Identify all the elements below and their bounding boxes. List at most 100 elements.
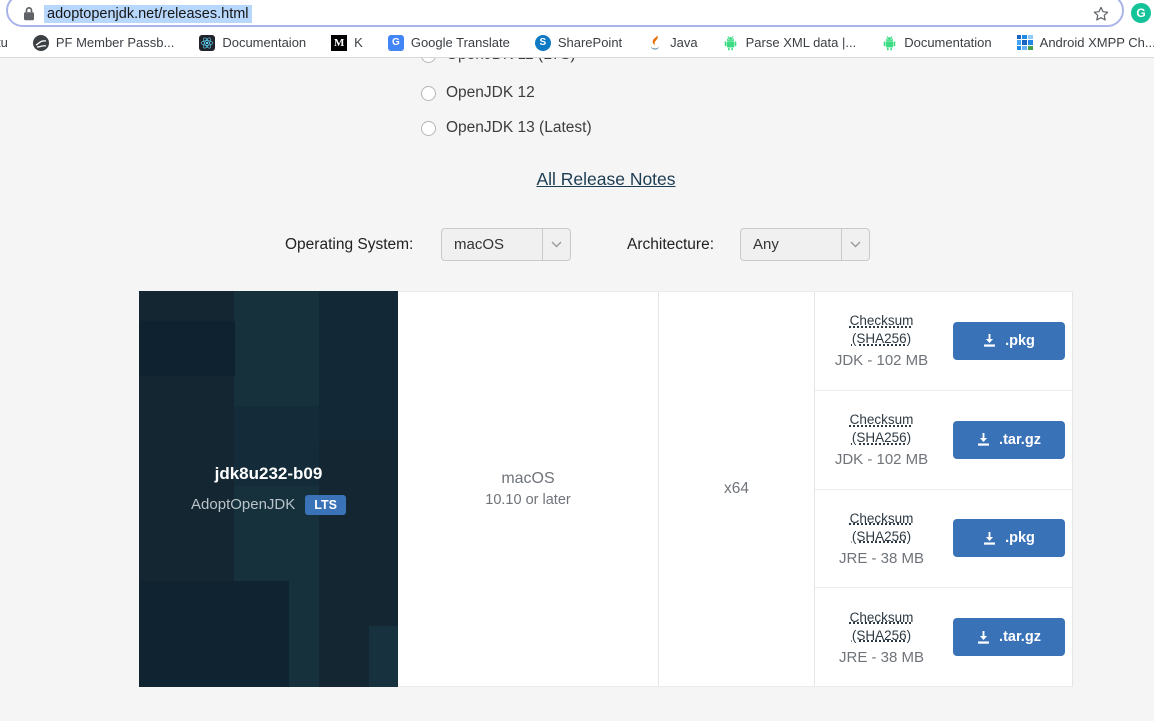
download-meta: Checksum (SHA256) JDK - 102 MB xyxy=(823,411,941,468)
release-name-cell: jdk8u232-b09 AdoptOpenJDK LTS xyxy=(139,291,398,687)
lts-badge: LTS xyxy=(305,494,346,515)
android-icon xyxy=(881,35,897,51)
os-select-value: macOS xyxy=(454,236,505,253)
bookmark-item-parse-xml[interactable]: Parse XML data |... xyxy=(723,35,857,51)
checksum-line1[interactable]: Checksum xyxy=(850,610,914,625)
java-icon xyxy=(647,34,663,51)
mosaic-patch xyxy=(319,291,398,441)
arch-name: x64 xyxy=(724,480,749,497)
arch-cell: x64 xyxy=(659,291,815,687)
globe-icon xyxy=(32,34,49,51)
chevron-down-icon xyxy=(542,229,570,260)
mosaic-patch xyxy=(139,581,289,687)
arch-select[interactable]: Any xyxy=(740,228,870,261)
checksum-line2[interactable]: (SHA256) xyxy=(852,430,911,445)
download-meta: Checksum (SHA256) JRE - 38 MB xyxy=(823,609,941,666)
bookmark-label: PF Member Passb... xyxy=(55,35,175,50)
download-block-jdk-targz: Checksum (SHA256) JDK - 102 MB .tar.gz xyxy=(815,389,1072,489)
download-button-label: .tar.gz xyxy=(999,629,1041,646)
omnibox-row: adoptopenjdk.net/releases.html G xyxy=(0,0,1154,28)
bookmark-item-documentation[interactable]: Documentation xyxy=(881,35,992,51)
download-info: JRE - 38 MB xyxy=(838,549,925,567)
release-vendor: AdoptOpenJDK xyxy=(191,496,296,513)
checksum-line2[interactable]: (SHA256) xyxy=(852,331,911,346)
bookmark-label: Documentaion xyxy=(222,35,307,50)
radio-button[interactable] xyxy=(421,85,436,101)
radio-label[interactable]: OpenJDK 13 (Latest) xyxy=(446,119,592,137)
all-release-notes-link[interactable]: All Release Notes xyxy=(536,169,675,189)
bookmark-item-sharepoint[interactable]: S SharePoint xyxy=(534,34,623,51)
checksum-line1[interactable]: Checksum xyxy=(850,412,914,427)
download-icon xyxy=(984,334,996,348)
download-targz-button[interactable]: .tar.gz xyxy=(952,420,1065,459)
download-button-label: .tar.gz xyxy=(999,431,1041,448)
grammarly-extension-icon[interactable]: G xyxy=(1131,3,1151,23)
arch-filter-label: Architecture: xyxy=(627,236,715,253)
medium-icon: M xyxy=(331,34,348,51)
release-notes-wrap: All Release Notes xyxy=(139,169,1073,190)
bookmark-star-icon[interactable] xyxy=(1092,5,1110,23)
bookmark-label: K xyxy=(354,35,363,50)
checksum-link[interactable]: Checksum (SHA256) xyxy=(823,609,941,645)
downloads-cell: Checksum (SHA256) JDK - 102 MB .pkg Chec… xyxy=(815,291,1073,687)
bookmark-label: Documentation xyxy=(904,35,992,50)
release-subline: AdoptOpenJDK LTS xyxy=(191,494,346,515)
browser-chrome: adoptopenjdk.net/releases.html G tu PF M… xyxy=(0,0,1154,58)
download-targz-button[interactable]: .tar.gz xyxy=(952,618,1065,657)
arch-select-value: Any xyxy=(753,236,779,253)
download-info: JDK - 102 MB xyxy=(834,451,929,469)
bookmark-item-google-translate[interactable]: G Google Translate xyxy=(387,34,510,51)
react-icon xyxy=(199,34,216,51)
os-select[interactable]: macOS xyxy=(441,228,571,261)
mosaic-patch xyxy=(369,626,398,687)
mosaic-patch xyxy=(139,321,235,376)
bookmark-label: Parse XML data |... xyxy=(745,35,857,50)
bookmark-item-documentaion[interactable]: Documentaion xyxy=(199,34,307,51)
bookmark-item-pf-member[interactable]: PF Member Passb... xyxy=(32,34,175,51)
download-pkg-button[interactable]: .pkg xyxy=(952,321,1065,360)
bookmark-item-partial[interactable]: tu xyxy=(0,35,8,50)
url-text[interactable]: adoptopenjdk.net/releases.html xyxy=(44,4,252,23)
bookmarks-bar: tu PF Member Passb... Documentaion M K G… xyxy=(0,28,1154,58)
release-name: jdk8u232-b09 xyxy=(214,463,323,483)
address-bar[interactable]: adoptopenjdk.net/releases.html xyxy=(6,0,1124,27)
grid-icon xyxy=(1016,34,1033,51)
download-block-jre-targz: Checksum (SHA256) JRE - 38 MB .tar.gz xyxy=(815,587,1072,686)
os-cell: macOS 10.10 or later xyxy=(398,291,659,687)
bookmark-item-k[interactable]: M K xyxy=(331,34,363,51)
download-icon xyxy=(978,630,989,644)
download-meta: Checksum (SHA256) JRE - 38 MB xyxy=(823,510,941,567)
bookmark-item-android-xmpp[interactable]: Android XMPP Ch... xyxy=(1016,34,1154,51)
checksum-link[interactable]: Checksum (SHA256) xyxy=(823,312,941,348)
os-version: 10.10 or later xyxy=(485,492,571,508)
bookmark-label: SharePoint xyxy=(557,35,623,50)
radio-option-openjdk13[interactable]: OpenJDK 13 (Latest) xyxy=(421,118,592,138)
release-table-row: jdk8u232-b09 AdoptOpenJDK LTS macOS 10.1… xyxy=(139,291,1073,687)
checksum-line1[interactable]: Checksum xyxy=(850,313,914,328)
bookmark-label: tu xyxy=(0,35,8,50)
bookmark-item-java[interactable]: Java xyxy=(647,34,698,51)
download-info: JRE - 38 MB xyxy=(838,648,925,666)
page-content: OpenJDK 11 (LTS) OpenJDK 12 OpenJDK 13 (… xyxy=(0,46,1154,721)
download-pkg-button[interactable]: .pkg xyxy=(952,519,1065,558)
bookmark-label: Google Translate xyxy=(410,35,510,50)
radio-button[interactable] xyxy=(421,120,436,136)
checksum-line1[interactable]: Checksum xyxy=(850,511,914,526)
download-button-label: .pkg xyxy=(1005,332,1035,349)
radio-option-openjdk12[interactable]: OpenJDK 12 xyxy=(421,83,535,103)
translate-icon: G xyxy=(387,34,404,51)
download-block-jre-pkg: Checksum (SHA256) JRE - 38 MB .pkg xyxy=(815,488,1072,588)
bookmark-label: Android XMPP Ch... xyxy=(1039,35,1154,50)
download-button-label: .pkg xyxy=(1005,530,1035,547)
bookmark-label: Java xyxy=(670,35,698,50)
checksum-line2[interactable]: (SHA256) xyxy=(852,529,911,544)
radio-label[interactable]: OpenJDK 12 xyxy=(446,84,535,102)
download-meta: Checksum (SHA256) JDK - 102 MB xyxy=(823,312,941,369)
os-name: macOS xyxy=(501,470,555,487)
checksum-link[interactable]: Checksum (SHA256) xyxy=(823,510,941,546)
checksum-link[interactable]: Checksum (SHA256) xyxy=(823,411,941,447)
lock-icon[interactable] xyxy=(23,6,35,21)
download-info: JDK - 102 MB xyxy=(834,352,929,370)
checksum-line2[interactable]: (SHA256) xyxy=(852,628,911,643)
download-block-jdk-pkg: Checksum (SHA256) JDK - 102 MB .pkg xyxy=(815,292,1072,390)
